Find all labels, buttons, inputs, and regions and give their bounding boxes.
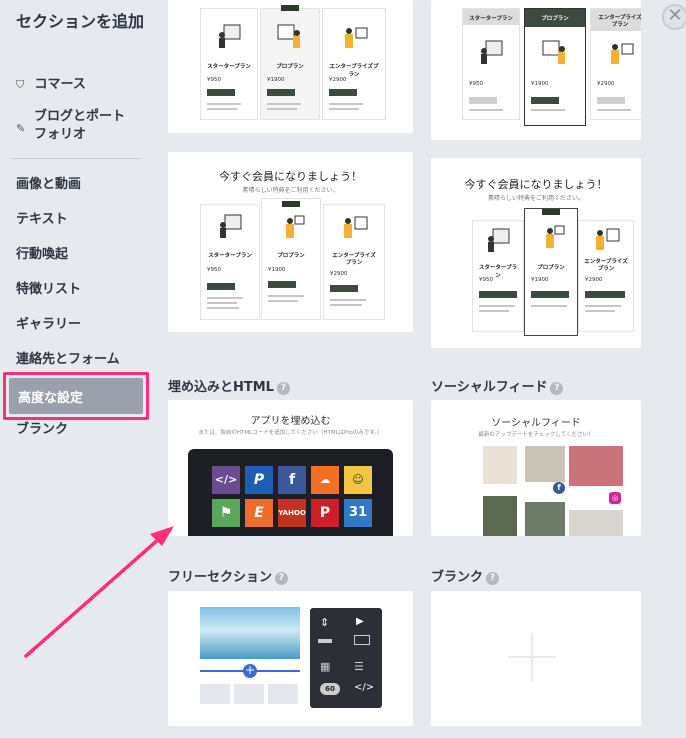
annotation-arrow: [24, 526, 174, 658]
